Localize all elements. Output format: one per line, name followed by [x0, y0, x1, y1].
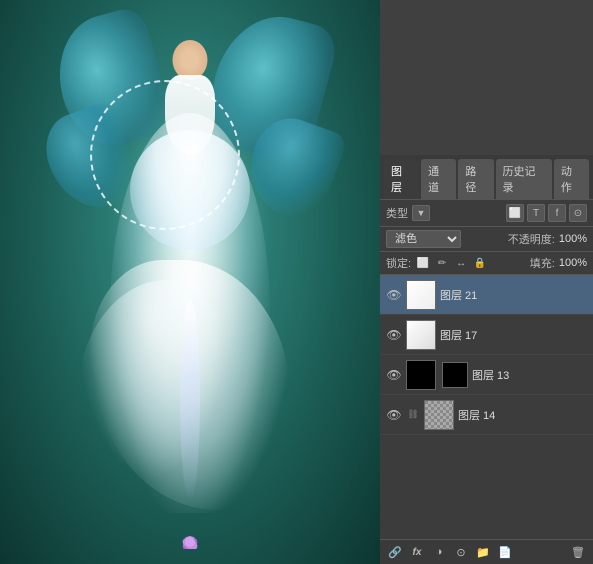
- layer-thumb-21: [406, 280, 436, 310]
- tab-layers[interactable]: 图层: [384, 159, 419, 199]
- layer-thumb-17: [406, 320, 436, 350]
- lock-row: 锁定: ⬜ ✏ ↔ 🔒 填充: 100%: [380, 252, 593, 275]
- filter-type-dropdown[interactable]: ▼: [412, 205, 430, 221]
- group-icon[interactable]: 📁: [474, 543, 492, 561]
- layers-list: 👁 图层 21 👁 图层 17 👁: [380, 275, 593, 539]
- opacity-label: 不透明度:: [508, 231, 555, 247]
- app-container: 图层 通道 路径 历史记录 动作 类型 ▼ ⬜ T f ⊙: [0, 0, 593, 564]
- canvas-content: [0, 0, 380, 564]
- filter-row: 类型 ▼ ⬜ T f ⊙: [380, 200, 593, 227]
- right-panel: 图层 通道 路径 历史记录 动作 类型 ▼ ⬜ T f ⊙: [380, 0, 593, 564]
- mask-icon[interactable]: ◑: [430, 543, 448, 561]
- light-beam: [180, 300, 200, 500]
- layers-panel: 图层 通道 路径 历史记录 动作 类型 ▼ ⬜ T f ⊙: [380, 155, 593, 564]
- dropdown-arrow: ▼: [417, 208, 426, 218]
- layer-thumb-13: [406, 360, 436, 390]
- layer-row-21[interactable]: 👁 图层 21: [380, 275, 593, 315]
- fx-icon[interactable]: fx: [408, 543, 426, 561]
- layer-thumb-14: [424, 400, 454, 430]
- eye-icon-13[interactable]: 👁: [386, 367, 402, 383]
- panel-tabs: 图层 通道 路径 历史记录 动作: [380, 155, 593, 200]
- fill-value: 100%: [559, 257, 587, 269]
- lock-icon-position[interactable]: ↔: [453, 255, 469, 271]
- layer-row-13[interactable]: 👁 图层 13: [380, 355, 593, 395]
- blend-mode-row: 滤色 不透明度: 100%: [380, 227, 593, 252]
- eye-icon-21[interactable]: 👁: [386, 287, 402, 303]
- chain-icon-14[interactable]: ⛓: [406, 408, 420, 422]
- filter-icon-smart[interactable]: ⊙: [569, 204, 587, 222]
- eye-icon-17[interactable]: 👁: [386, 327, 402, 343]
- tab-history[interactable]: 历史记录: [496, 159, 552, 199]
- layer-name-14: 图层 14: [458, 407, 587, 423]
- tab-paths[interactable]: 路径: [458, 159, 493, 199]
- blend-mode-dropdown[interactable]: 滤色: [386, 230, 461, 248]
- filter-icon-text[interactable]: T: [527, 204, 545, 222]
- adjustment-icon[interactable]: ⊙: [452, 543, 470, 561]
- lock-icon-pixels[interactable]: ⬜: [415, 255, 431, 271]
- layer-mask-thumb-13: [442, 362, 468, 388]
- opacity-value: 100%: [559, 233, 587, 245]
- layer-row-14[interactable]: 👁 ⛓ 图层 14: [380, 395, 593, 435]
- filter-label: 类型: [386, 205, 408, 221]
- lock-label: 锁定:: [386, 255, 411, 271]
- selection-circle: [90, 80, 240, 230]
- filter-icons: ⬜ T f ⊙: [506, 204, 587, 222]
- new-layer-icon[interactable]: 📄: [496, 543, 514, 561]
- top-spacer: [380, 0, 593, 155]
- canvas-area[interactable]: [0, 0, 380, 564]
- filter-icon-shape[interactable]: f: [548, 204, 566, 222]
- fill-label: 填充:: [530, 255, 555, 271]
- tab-actions[interactable]: 动作: [554, 159, 589, 199]
- layer-row-17[interactable]: 👁 图层 17: [380, 315, 593, 355]
- link-icon[interactable]: 🔗: [386, 543, 404, 561]
- bottom-toolbar: 🔗 fx ◑ ⊙ 📁 📄 🗑: [380, 539, 593, 564]
- lock-icon-all[interactable]: 🔒: [472, 255, 488, 271]
- layer-name-21: 图层 21: [440, 287, 587, 303]
- eye-icon-14[interactable]: 👁: [386, 407, 402, 423]
- filter-icon-image[interactable]: ⬜: [506, 204, 524, 222]
- lock-icon-paint[interactable]: ✏: [434, 255, 450, 271]
- layer-name-13: 图层 13: [472, 367, 587, 383]
- flower: [170, 514, 210, 549]
- lock-icons: ⬜ ✏ ↔ 🔒: [415, 255, 488, 271]
- delete-icon[interactable]: 🗑: [569, 543, 587, 561]
- figure-head: [173, 40, 208, 80]
- tab-channels[interactable]: 通道: [421, 159, 456, 199]
- layer-name-17: 图层 17: [440, 327, 587, 343]
